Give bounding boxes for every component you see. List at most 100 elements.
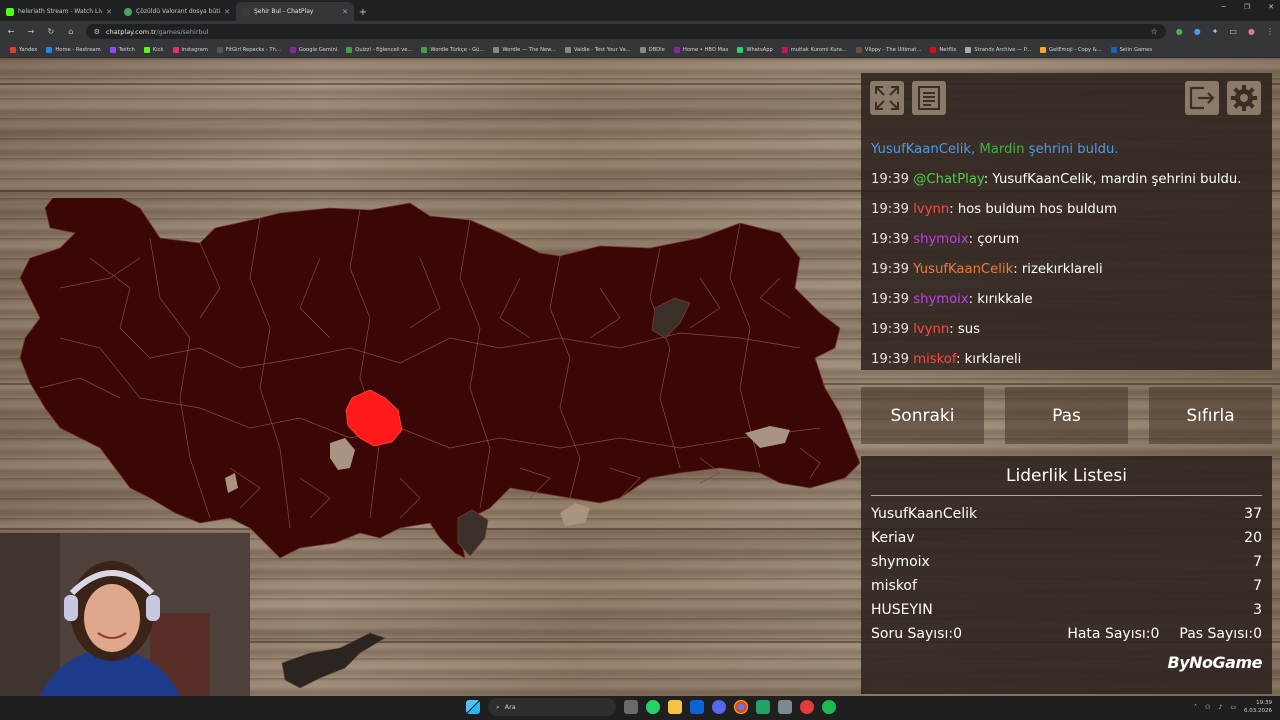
shield-icon[interactable]: ● — [1176, 27, 1183, 36]
chat-text: : hos buldum hos buldum — [949, 202, 1117, 217]
profile-icon[interactable]: ● — [1248, 27, 1255, 36]
url-text: chatplay.com.tr/games/sehirbul — [106, 27, 209, 36]
chat-text: : sus — [949, 322, 980, 337]
pass-button[interactable]: Pas — [1005, 387, 1128, 444]
player-name: Keriav — [871, 530, 915, 546]
close-window-icon[interactable]: ✕ — [1268, 3, 1274, 11]
bookmark-item[interactable]: Wordle Türkçe - Gü... — [421, 46, 484, 53]
brand-logo: ByNoGame — [1167, 653, 1263, 672]
puzzle-icon[interactable]: ✦ — [1212, 27, 1219, 36]
player-score: 37 — [1244, 506, 1262, 522]
mail-icon[interactable] — [690, 700, 704, 714]
player-score: 7 — [1253, 554, 1262, 570]
chat-username[interactable]: miskof — [913, 352, 956, 367]
bookmark-star-icon[interactable]: ☆ — [1151, 27, 1158, 36]
player-score: 20 — [1244, 530, 1262, 546]
chat-username[interactable]: lvynn — [913, 322, 949, 337]
excel-icon[interactable] — [756, 700, 770, 714]
browser-tab-1[interactable]: heleriath Stream - Watch Live o ✕ — [0, 2, 118, 21]
browser-tab-2[interactable]: Çözüldü Valorant dosya bütünl ✕ — [118, 2, 236, 21]
chat-timestamp: 19:39 — [871, 172, 910, 187]
address-bar[interactable]: ⚙ chatplay.com.tr/games/sehirbul ☆ — [85, 24, 1166, 39]
bookmark-item[interactable]: GetEmoji - Copy &... — [1040, 46, 1102, 53]
bookmark-item[interactable]: FitGirl Repacks - Th... — [216, 46, 281, 53]
whatsapp-icon[interactable] — [646, 700, 660, 714]
bookmark-item[interactable]: Yandex — [10, 46, 37, 53]
bookmark-item[interactable]: DBDle — [639, 46, 665, 53]
minimize-icon[interactable]: ─ — [1222, 3, 1226, 11]
close-icon[interactable]: ✕ — [224, 8, 230, 16]
file-explorer-icon[interactable] — [668, 700, 682, 714]
chat-text: : YusufKaanCelik, mardin şehrini buldu. — [983, 172, 1242, 187]
chevron-up-icon[interactable]: ˄ — [1194, 704, 1197, 711]
stats-row: Soru Sayısı:0 Hata Sayısı:0 Pas Sayısı:0 — [861, 622, 1272, 646]
exit-button[interactable] — [1185, 81, 1219, 115]
back-icon[interactable]: ← — [6, 27, 16, 36]
battery-icon[interactable]: ▭ — [1230, 704, 1236, 711]
player-name: HUSEYIN — [871, 602, 933, 618]
reload-icon[interactable]: ↻ — [46, 27, 56, 36]
bookmark-item[interactable]: Netflix — [930, 46, 956, 53]
player-name: miskof — [871, 578, 917, 594]
leaderboard-row: miskof 7 — [861, 574, 1272, 598]
expand-icon — [875, 86, 899, 110]
list-button[interactable] — [912, 81, 946, 115]
new-tab-button[interactable]: + — [354, 3, 372, 21]
browser-tab-3[interactable]: Şehir Bul - ChatPlay ✕ — [236, 2, 354, 21]
chat-message: 19:39 lvynn: hos buldum hos buldum — [871, 195, 1266, 225]
bookmark-item[interactable]: Valdle - Test Your Va... — [564, 46, 631, 53]
chat-username[interactable]: lvynn — [913, 202, 949, 217]
chat-text: : çorum — [968, 232, 1020, 247]
close-icon[interactable]: ✕ — [342, 8, 348, 16]
task-view-icon[interactable] — [624, 700, 638, 714]
bookmark-item[interactable]: Strands Archive — P... — [965, 46, 1031, 53]
menu-icon[interactable]: ⋮ — [1266, 27, 1274, 36]
bookmark-item[interactable]: Selin Games — [1110, 46, 1152, 53]
bookmark-item[interactable]: Home - Restream — [46, 46, 101, 53]
next-button[interactable]: Sonraki — [861, 387, 984, 444]
windows-start-icon[interactable] — [466, 700, 480, 714]
bookmark-item[interactable]: Vlippy - The Ultimat... — [855, 46, 921, 53]
chat-system-message: YusufKaanCelik, Mardin şehrini buldu. — [871, 142, 1119, 157]
home-icon[interactable]: ⌂ — [66, 27, 76, 36]
network-icon[interactable]: ⚇ — [1205, 704, 1210, 711]
bookmark-favicon-icon — [639, 46, 646, 53]
settings-button[interactable] — [1227, 81, 1261, 115]
chrome-icon[interactable] — [734, 700, 748, 714]
site-info-icon[interactable]: ⚙ — [94, 28, 100, 36]
bookmark-item[interactable]: Quizzi - Eğlenceli ve... — [346, 46, 412, 53]
spotify-icon[interactable] — [822, 700, 836, 714]
cyprus-island — [281, 632, 386, 688]
bookmark-item[interactable]: Instagram — [172, 46, 208, 53]
volume-icon[interactable]: ♪ — [1218, 704, 1222, 711]
extension-icon[interactable]: ● — [1194, 27, 1201, 36]
chat-username[interactable]: shymoix — [913, 292, 968, 307]
lake — [560, 503, 590, 526]
maximize-icon[interactable]: ❐ — [1244, 3, 1250, 11]
reset-button[interactable]: Sıfırla — [1149, 387, 1272, 444]
clock[interactable]: 19:39 6.03.2026 — [1244, 699, 1272, 715]
bookmark-item[interactable]: Google Gemini — [289, 46, 337, 53]
bookmark-favicon-icon — [109, 46, 116, 53]
sidebar-icon[interactable]: ▭ — [1229, 27, 1237, 36]
bookmark-item[interactable]: Home • HBO Max — [673, 46, 728, 53]
tab-title: Çözüldü Valorant dosya bütünl — [136, 8, 221, 15]
chat-timestamp: 19:39 — [871, 352, 910, 367]
player-name: YusufKaanCelik — [871, 506, 978, 522]
bookmark-item[interactable]: Twitch — [109, 46, 135, 53]
bookmark-item[interactable]: WhatsApp — [737, 46, 773, 53]
bookmark-item[interactable]: Kick — [143, 46, 164, 53]
discord-icon[interactable] — [712, 700, 726, 714]
bookmark-item[interactable]: mutlak Kuromi Kura... — [781, 46, 847, 53]
chat-username[interactable]: shymoix — [913, 232, 968, 247]
bookmark-item[interactable]: Wordle — The New... — [493, 46, 556, 53]
app-icon[interactable] — [778, 700, 792, 714]
chat-username[interactable]: YusufKaanCelik — [913, 262, 1013, 277]
chat-username[interactable]: @ChatPlay — [913, 172, 984, 187]
chat-timestamp: 19:39 — [871, 232, 910, 247]
forward-icon[interactable]: → — [26, 27, 36, 36]
fullscreen-button[interactable] — [870, 81, 904, 115]
game-icon[interactable] — [800, 700, 814, 714]
close-icon[interactable]: ✕ — [106, 8, 112, 16]
taskbar-search[interactable]: ⌕ Ara — [488, 698, 616, 716]
